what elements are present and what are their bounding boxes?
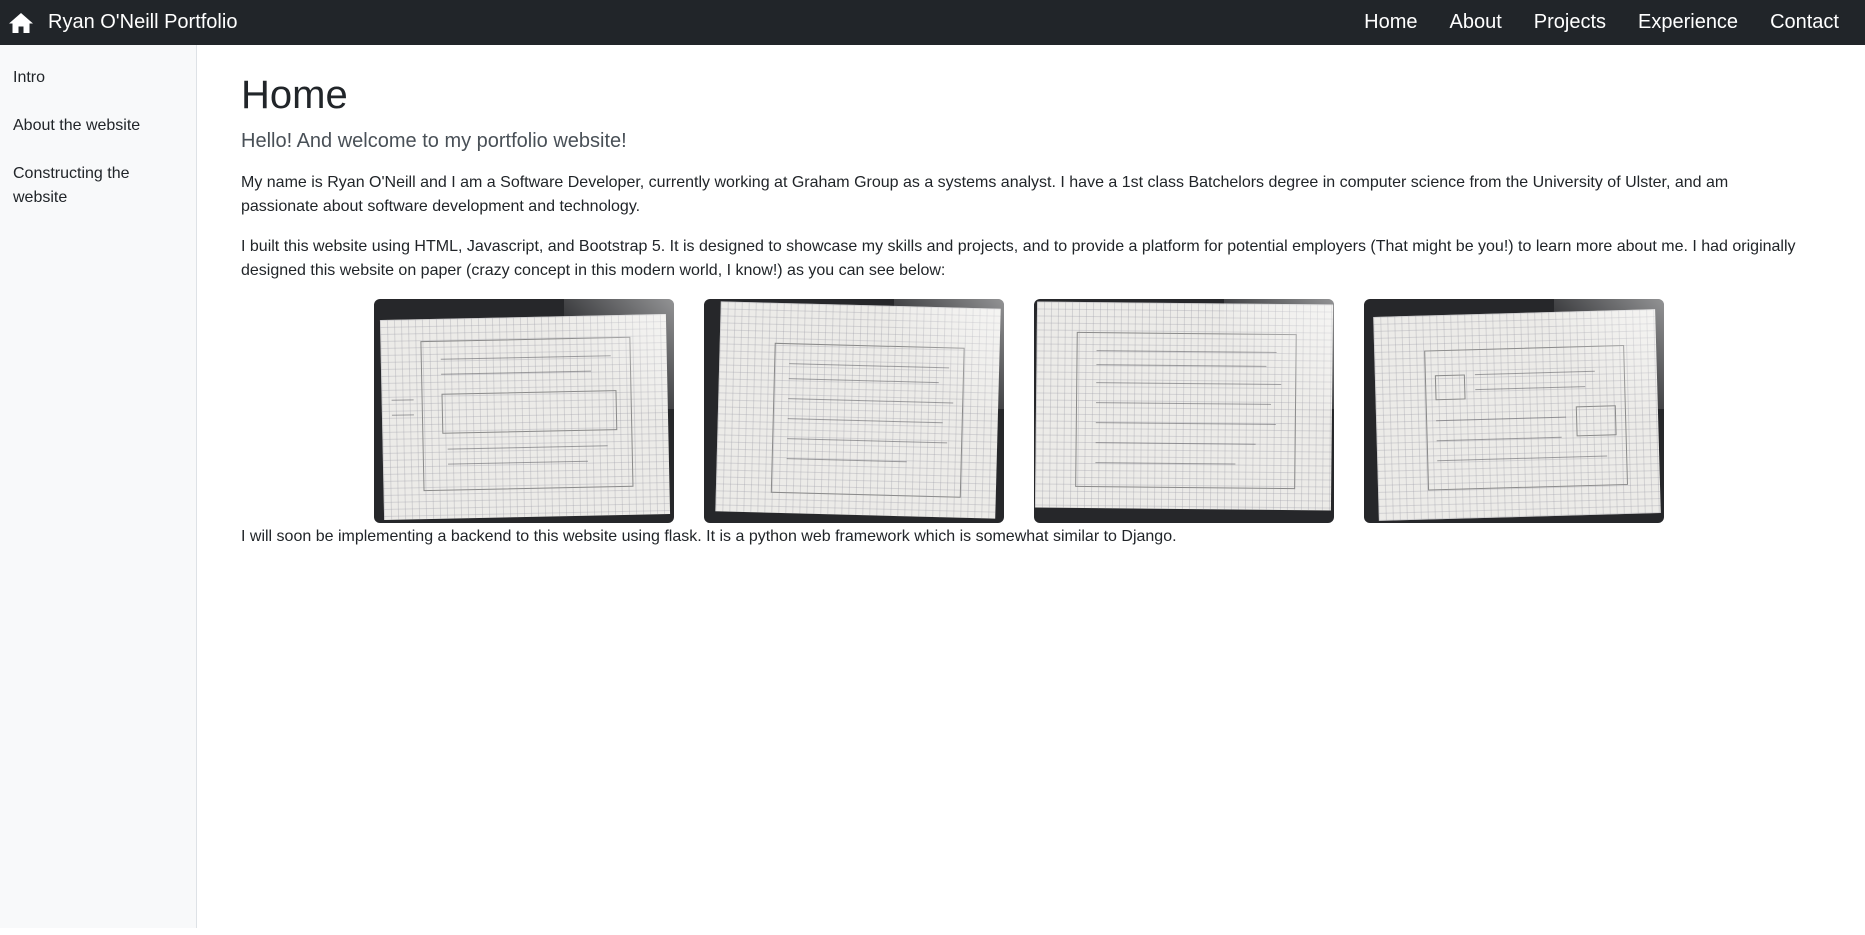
- main-content: Home Hello! And welcome to my portfolio …: [241, 45, 1801, 549]
- sketch-image[interactable]: [373, 299, 674, 523]
- website-paragraph: I built this website using HTML, Javascr…: [241, 238, 1796, 279]
- nav-link-home[interactable]: Home: [1364, 11, 1417, 34]
- home-icon: [8, 11, 34, 35]
- page-lead: Hello! And welcome to my portfolio websi…: [241, 130, 627, 152]
- nav-links: Home About Projects Experience Contact: [1332, 0, 1865, 45]
- sketch-gallery: [241, 299, 1796, 523]
- sidebar: Intro About the website Constructing the…: [0, 45, 197, 928]
- sidebar-item-constructing-website[interactable]: Constructing the website: [0, 162, 150, 210]
- nav-link-contact[interactable]: Contact: [1770, 11, 1839, 34]
- brand-title: Ryan O'Neill Portfolio: [48, 11, 238, 33]
- backend-paragraph: I will soon be implementing a backend to…: [241, 528, 1177, 545]
- brand-link[interactable]: Ryan O'Neill Portfolio: [0, 0, 237, 45]
- top-navbar: Ryan O'Neill Portfolio Home About Projec…: [0, 0, 1865, 45]
- nav-link-experience[interactable]: Experience: [1638, 11, 1738, 34]
- sketch-image[interactable]: [1363, 299, 1664, 523]
- nav-link-projects[interactable]: Projects: [1534, 11, 1606, 34]
- sketch-image[interactable]: [1033, 299, 1334, 523]
- sketch-image[interactable]: [703, 299, 1004, 523]
- nav-link-about[interactable]: About: [1449, 11, 1501, 34]
- sidebar-item-about-website[interactable]: About the website: [0, 114, 196, 138]
- page-title: Home: [241, 73, 348, 117]
- sidebar-item-intro[interactable]: Intro: [0, 66, 196, 90]
- intro-paragraph: My name is Ryan O'Neill and I am a Softw…: [241, 174, 1729, 215]
